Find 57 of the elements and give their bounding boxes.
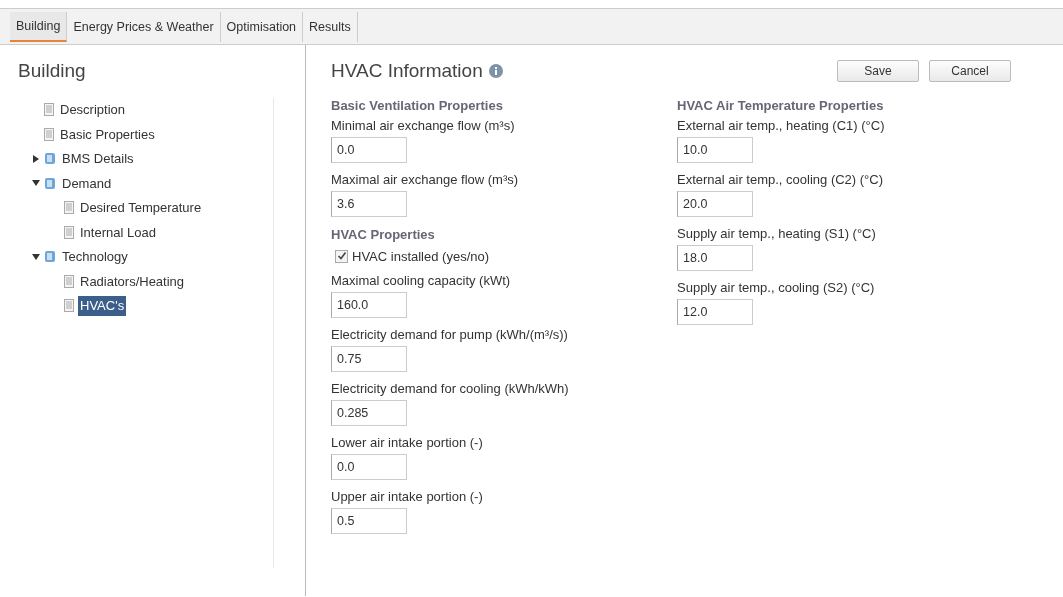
field-label: Lower air intake portion (-) xyxy=(331,434,484,452)
tree-item[interactable]: Internal Load xyxy=(78,222,158,242)
collapse-arrow-icon[interactable] xyxy=(32,179,40,188)
field-label: Upper air intake portion (-) xyxy=(331,488,484,506)
tree-item[interactable]: Radiators/Heating xyxy=(78,271,187,291)
tree-item[interactable]: BMS Details xyxy=(60,149,136,169)
info-icon[interactable] xyxy=(488,64,503,79)
tree-item[interactable]: Desired Temperature xyxy=(78,198,204,218)
field-label: Supply air temp., cooling (S2) (°C) xyxy=(677,279,876,297)
field-label: Minimal air exchange flow (m³s) xyxy=(331,117,516,135)
tree-item[interactable]: Demand xyxy=(60,173,114,193)
tab[interactable]: Optimisation xyxy=(220,12,304,42)
tree-item[interactable]: Basic Properties xyxy=(58,124,157,144)
field-label: External air temp., heating (C1) (°C) xyxy=(677,117,885,135)
input-field[interactable]: 160.0 xyxy=(331,292,407,318)
input-field[interactable]: 12.0 xyxy=(677,299,753,325)
input-field[interactable]: 0.285 xyxy=(331,400,407,426)
field-label: Supply air temp., heating (S1) (°C) xyxy=(677,225,877,243)
input-field[interactable]: 3.6 xyxy=(331,191,407,217)
input-field[interactable]: 0.5 xyxy=(331,508,407,534)
input-field[interactable]: 18.0 xyxy=(677,245,753,271)
field-label: External air temp., cooling (C2) (°C) xyxy=(677,171,885,189)
document-icon xyxy=(44,127,54,141)
document-icon xyxy=(44,103,54,117)
input-field[interactable]: 0.0 xyxy=(331,454,407,480)
action-button[interactable]: Cancel xyxy=(929,60,1011,83)
folder-icon xyxy=(44,176,56,190)
tree-item[interactable]: Description xyxy=(58,100,128,120)
field-label: Maximal cooling capacity (kWt) xyxy=(331,272,512,290)
checkbox[interactable] xyxy=(335,249,348,263)
tab[interactable]: Building xyxy=(10,12,68,42)
document-icon xyxy=(64,201,74,215)
section-heading: HVAC Air Temperature Properties xyxy=(677,96,885,115)
folder-icon xyxy=(44,250,56,264)
panel-title: HVAC Information xyxy=(331,59,483,83)
input-field[interactable]: 20.0 xyxy=(677,191,753,217)
input-field[interactable]: 0.0 xyxy=(331,137,407,163)
expand-arrow-icon[interactable] xyxy=(32,154,40,163)
document-icon xyxy=(64,299,74,313)
folder-icon xyxy=(44,152,56,166)
field-label: Maximal air exchange flow (m³s) xyxy=(331,171,520,189)
tree-item[interactable]: Technology xyxy=(60,247,130,267)
action-button[interactable]: Save xyxy=(837,60,919,83)
field-label: Electricity demand for cooling (kWh/kWh) xyxy=(331,380,570,398)
checkbox-label: HVAC installed (yes/no) xyxy=(352,247,490,266)
input-field[interactable]: 10.0 xyxy=(677,137,753,163)
collapse-arrow-icon[interactable] xyxy=(32,252,40,261)
tree-item[interactable]: HVAC's xyxy=(78,296,127,316)
tab[interactable]: Results xyxy=(303,12,358,42)
document-icon xyxy=(64,225,74,239)
field-label: Electricity demand for pump (kWh/(m³/s)) xyxy=(331,326,569,344)
document-icon xyxy=(64,274,74,288)
input-field[interactable]: 0.75 xyxy=(331,346,407,372)
sidebar-title: Building xyxy=(18,59,87,83)
section-heading: Basic Ventilation Properties xyxy=(331,96,504,115)
section-heading: HVAC Properties xyxy=(331,226,436,244)
tab[interactable]: Energy Prices & Weather xyxy=(67,12,221,42)
